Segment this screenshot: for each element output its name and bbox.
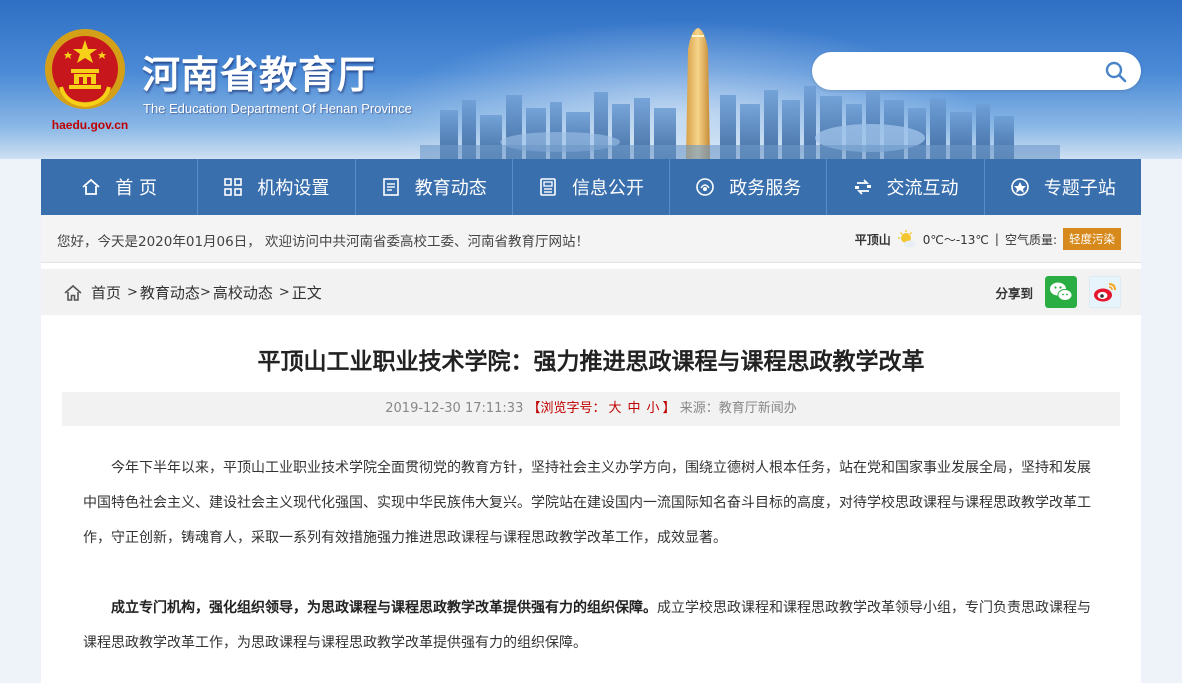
weather-temp: 0℃～-13℃ bbox=[922, 232, 989, 247]
breadcrumb-news[interactable]: 教育动态 bbox=[140, 282, 200, 303]
weather-sep: | bbox=[994, 232, 999, 246]
breadcrumb-current: 正文 bbox=[291, 284, 322, 302]
sun-icon bbox=[897, 230, 916, 248]
share-label: 分享到 bbox=[995, 285, 1033, 301]
font-size-large-button[interactable]: 大 bbox=[609, 401, 622, 416]
news-icon bbox=[382, 178, 399, 196]
share-bar: 分享到 bbox=[995, 276, 1121, 308]
welcome-text: 您好，今天是2020年01月06日， 欢迎访问中共河南省委高校工委、河南省教育厅… bbox=[57, 234, 590, 250]
breadcrumb-bar: 首页 > 教育动态 > 高校动态 > 正文 分享到 bbox=[41, 269, 1141, 315]
nav-item-home[interactable]: 首 页 bbox=[41, 159, 199, 215]
breadcrumb-sep: > bbox=[127, 285, 138, 300]
nav-label: 教育动态 bbox=[414, 178, 487, 199]
nav-label: 机构设置 bbox=[257, 178, 330, 199]
nav-label: 信息公开 bbox=[571, 178, 644, 199]
home-icon[interactable] bbox=[63, 283, 83, 303]
wechat-icon[interactable] bbox=[1045, 276, 1077, 308]
air-quality-badge: 轻度污染 bbox=[1063, 228, 1121, 250]
search-input[interactable] bbox=[828, 61, 1098, 81]
paragraph-lead: 成立专门机构，强化组织领导，为思政课程与课程思政教学改革提供强有力的组织保障。 bbox=[111, 600, 657, 616]
weather-widget: 平顶山 0℃～-13℃ | 空气质量: 轻度污染 bbox=[855, 228, 1121, 250]
site-header: haedu.gov.cn 河南省教育厅 The Education Depart… bbox=[0, 0, 1182, 159]
nav-item-interaction[interactable]: 交流互动 bbox=[827, 159, 985, 215]
org-icon bbox=[224, 178, 243, 196]
search-box[interactable] bbox=[812, 52, 1141, 90]
info-icon bbox=[540, 178, 556, 196]
interaction-icon bbox=[854, 179, 871, 195]
info-bar: 您好，今天是2020年01月06日， 欢迎访问中共河南省委高校工委、河南省教育厅… bbox=[41, 215, 1141, 263]
font-size-label-close: 】 bbox=[662, 401, 676, 416]
site-domain: haedu.gov.cn bbox=[51, 118, 129, 132]
nav-item-org[interactable]: 机构设置 bbox=[198, 159, 356, 215]
nav-label: 交流互动 bbox=[886, 178, 959, 199]
service-icon bbox=[696, 178, 715, 196]
nav-item-info[interactable]: 信息公开 bbox=[513, 159, 671, 215]
nav-label: 政务服务 bbox=[729, 178, 802, 199]
article-source: 来源：教育厅新闻办 bbox=[679, 401, 797, 416]
weather-city: 平顶山 bbox=[854, 232, 891, 247]
weibo-icon[interactable] bbox=[1089, 276, 1121, 308]
breadcrumb-college-news[interactable]: 高校动态 bbox=[213, 282, 273, 303]
font-size-label-open: 【浏览字号： bbox=[527, 401, 606, 416]
search-icon[interactable] bbox=[1104, 60, 1128, 84]
article-paragraph: 成立专门机构，强化组织领导，为思政课程与课程思政教学改革提供强有力的组织保障。成… bbox=[83, 591, 1099, 661]
national-emblem-icon bbox=[45, 29, 125, 109]
air-quality-label: 空气质量: bbox=[1004, 232, 1057, 247]
article-meta: 2019-12-30 17:11:33 【浏览字号：大中小】 来源：教育厅新闻办 bbox=[62, 392, 1120, 426]
article-date: 2019-12-30 17:11:33 bbox=[385, 401, 524, 416]
site-subtitle: The Education Department Of Henan Provin… bbox=[143, 101, 412, 116]
breadcrumb-home[interactable]: 首页 bbox=[91, 282, 121, 303]
subsite-icon bbox=[1011, 178, 1029, 196]
nav-item-subsite[interactable]: 专题子站 bbox=[985, 159, 1141, 215]
font-size-small-button[interactable]: 小 bbox=[647, 401, 660, 416]
article-paragraph: 今年下半年以来，平顶山工业职业技术学院全面贯彻党的教育方针，坚持社会主义办学方向… bbox=[83, 460, 1091, 546]
breadcrumb-sep: > bbox=[199, 285, 211, 300]
article-card: 首页 > 教育动态 > 高校动态 > 正文 分享到 平顶山工业职业技术学院：强力… bbox=[41, 263, 1141, 683]
nav-item-service[interactable]: 政务服务 bbox=[670, 159, 828, 215]
article-title: 平顶山工业职业技术学院：强力推进思政课程与课程思政教学改革 bbox=[257, 349, 925, 375]
site-title[interactable]: 河南省教育厅 bbox=[142, 44, 376, 99]
breadcrumb: 首页 > 教育动态 > 高校动态 > 正文 bbox=[63, 282, 322, 303]
nav-label: 首 页 bbox=[115, 178, 157, 199]
home-icon bbox=[82, 178, 100, 195]
breadcrumb-sep: > bbox=[278, 285, 290, 300]
nav-item-news[interactable]: 教育动态 bbox=[356, 159, 513, 215]
font-size-medium-button[interactable]: 中 bbox=[628, 401, 641, 416]
main-nav: 首 页 机构设置 教育动态 信息公开 政务服务 交流互动 专题子站 bbox=[41, 159, 1141, 215]
nav-label: 专题子站 bbox=[1043, 178, 1116, 199]
article-body: 今年下半年以来，平顶山工业职业技术学院全面贯彻党的教育方针，坚持社会主义办学方向… bbox=[83, 451, 1099, 661]
